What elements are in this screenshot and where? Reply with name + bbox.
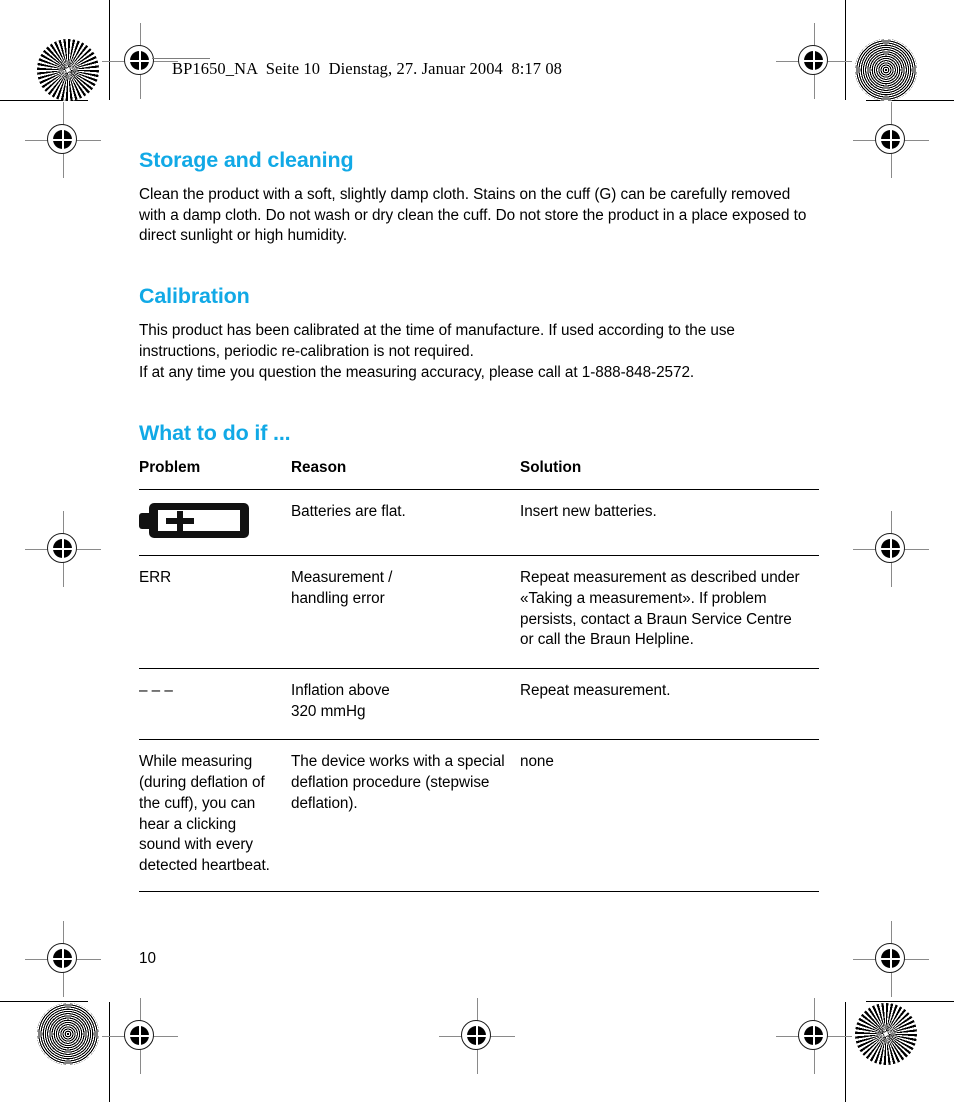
paragraph-calibration: This product has been calibrated at the …	[139, 322, 735, 381]
heading-calibration: Calibration	[139, 284, 250, 309]
registration-target-icon	[853, 921, 929, 997]
table-row: Batteries are flat. Insert new batteries…	[139, 489, 819, 557]
document-page: BP1650_NA Seite 10 Dienstag, 27. Januar …	[0, 0, 954, 1102]
page-number: 10	[139, 950, 157, 967]
trim-rule-right-bottom	[845, 1002, 846, 1102]
registration-target-icon	[102, 23, 178, 99]
battery-low-icon	[139, 503, 249, 539]
trim-rule-left-top	[109, 0, 110, 100]
registration-target-icon	[25, 102, 101, 178]
registration-target-icon	[776, 998, 852, 1074]
registration-target-icon	[853, 102, 929, 178]
content-column: Storage and cleaning Clean the product w…	[139, 148, 819, 892]
heading-storage-and-cleaning: Storage and cleaning	[139, 148, 354, 172]
table-row: ERR Measurement / handling error Repeat …	[139, 555, 819, 670]
trim-rule-bottom-left	[0, 1001, 88, 1002]
registration-target-icon	[439, 998, 515, 1074]
cell-solution: Repeat measurement.	[520, 668, 819, 741]
table-header-row: Problem Reason Solution	[139, 459, 819, 491]
column-header-reason: Reason	[291, 459, 520, 491]
star-resolution-target-icon	[37, 39, 99, 101]
trim-rule-bottom-right	[866, 1001, 954, 1002]
cell-reason: Batteries are flat.	[291, 489, 520, 557]
registration-target-icon	[25, 921, 101, 997]
trim-rule-top-left	[0, 100, 88, 101]
paragraph-storage-and-cleaning: Clean the product with a soft, slightly …	[139, 186, 807, 245]
moire-resolution-target-icon	[37, 1003, 99, 1065]
cell-problem	[139, 489, 291, 557]
troubleshooting-table: Problem Reason Solution Batteries are fl…	[139, 459, 819, 892]
cell-reason: Measurement / handling error	[291, 555, 520, 670]
cell-problem: ERR	[139, 555, 291, 670]
cell-solution: Insert new batteries.	[520, 489, 819, 557]
column-header-solution: Solution	[520, 459, 819, 491]
trim-rule-top-right	[866, 100, 954, 101]
trim-rule-right-top	[845, 0, 846, 100]
cell-solution: Repeat measurement as described under «T…	[520, 555, 819, 670]
registration-target-icon	[25, 511, 101, 587]
registration-target-icon	[776, 23, 852, 99]
table-row: – – – Inflation above 320 mmHg Repeat me…	[139, 668, 819, 741]
star-resolution-target-icon	[855, 1003, 917, 1065]
cell-reason: The device works with a special deflatio…	[291, 739, 520, 892]
cell-problem: – – –	[139, 668, 291, 741]
cell-reason: Inflation above 320 mmHg	[291, 668, 520, 741]
trim-rule-left-bottom	[109, 1002, 110, 1102]
cell-solution: none	[520, 739, 819, 892]
running-header: BP1650_NA Seite 10 Dienstag, 27. Januar …	[172, 59, 563, 78]
moire-resolution-target-icon	[855, 39, 917, 101]
cell-problem: While measuring (during deflation of the…	[139, 739, 291, 892]
registration-target-icon	[102, 998, 178, 1074]
column-header-problem: Problem	[139, 459, 291, 491]
heading-what-to-do-if: What to do if ...	[139, 421, 291, 446]
registration-target-icon	[853, 511, 929, 587]
table-row: While measuring (during deflation of the…	[139, 739, 819, 892]
